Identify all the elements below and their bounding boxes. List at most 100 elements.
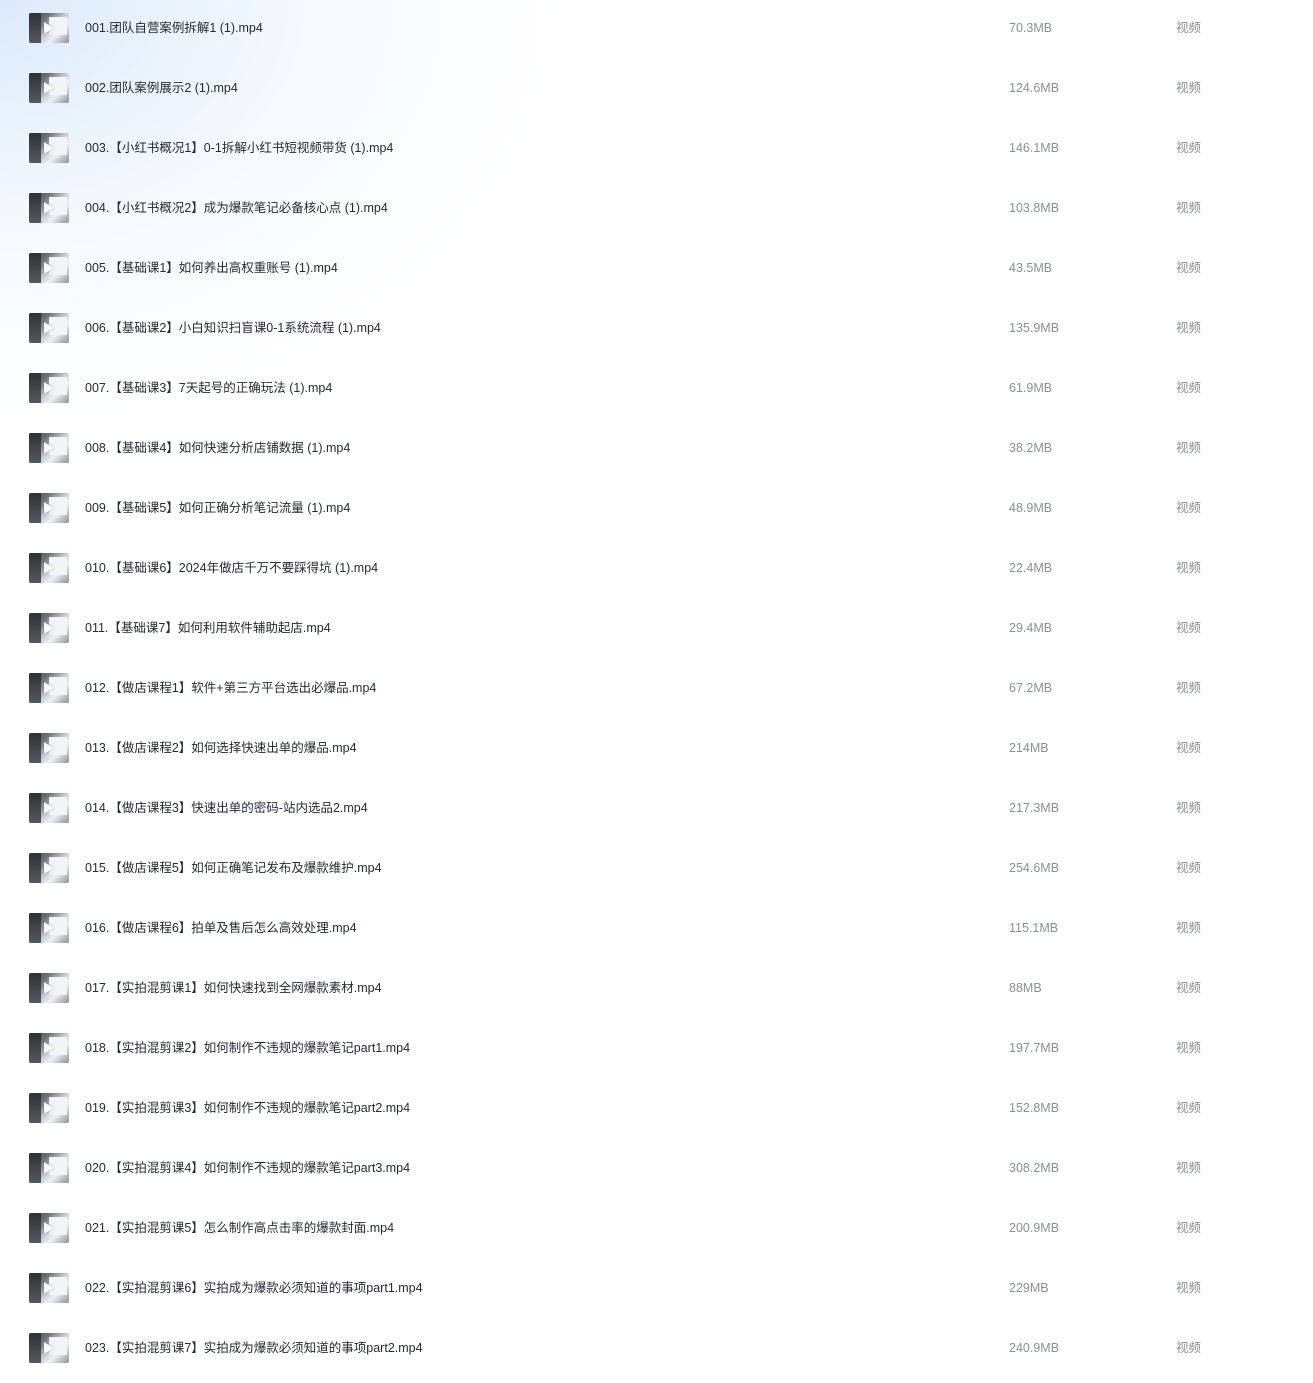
play-icon [44, 1282, 54, 1294]
file-type: 视频 [1176, 981, 1202, 995]
file-type: 视频 [1176, 261, 1202, 275]
file-row[interactable]: 021.【实拍混剪课5】怎么制作高点击率的爆款封面.mp4 200.9MB 视频 [0, 1200, 1313, 1260]
file-name[interactable]: 018.【实拍混剪课2】如何制作不违规的爆款笔记part1.mp4 [85, 1040, 410, 1056]
file-row[interactable]: 022.【实拍混剪课6】实拍成为爆款必须知道的事项part1.mp4 229MB… [0, 1260, 1313, 1320]
file-type: 视频 [1176, 201, 1202, 215]
file-row[interactable]: 008.【基础课4】如何快速分析店铺数据 (1).mp4 38.2MB 视频 [0, 420, 1313, 480]
file-row[interactable]: 012.【做店课程1】软件+第三方平台选出必爆品.mp4 67.2MB 视频 [0, 660, 1313, 720]
file-row[interactable]: 019.【实拍混剪课3】如何制作不违规的爆款笔记part2.mp4 152.8M… [0, 1080, 1313, 1140]
file-name[interactable]: 022.【实拍混剪课6】实拍成为爆款必须知道的事项part1.mp4 [85, 1280, 423, 1296]
video-thumbnail-icon[interactable] [29, 1213, 69, 1243]
file-name[interactable]: 012.【做店课程1】软件+第三方平台选出必爆品.mp4 [85, 680, 376, 696]
file-name[interactable]: 015.【做店课程5】如何正确笔记发布及爆款维护.mp4 [85, 860, 382, 876]
play-icon [44, 382, 54, 394]
file-name[interactable]: 021.【实拍混剪课5】怎么制作高点击率的爆款封面.mp4 [85, 1220, 394, 1236]
file-size: 67.2MB [1009, 681, 1053, 695]
file-row[interactable]: 016.【做店课程6】拍单及售后怎么高效处理.mp4 115.1MB 视频 [0, 900, 1313, 960]
file-name[interactable]: 005.【基础课1】如何养出高权重账号 (1).mp4 [85, 260, 338, 276]
video-thumbnail-icon[interactable] [29, 853, 69, 883]
video-thumbnail-icon[interactable] [29, 133, 69, 163]
file-row[interactable]: 015.【做店课程5】如何正确笔记发布及爆款维护.mp4 254.6MB 视频 [0, 840, 1313, 900]
file-size: 146.1MB [1009, 141, 1060, 155]
play-icon [44, 742, 54, 754]
file-name[interactable]: 006.【基础课2】小白知识扫盲课0-1系统流程 (1).mp4 [85, 320, 381, 336]
video-thumbnail-icon[interactable] [29, 1333, 69, 1363]
video-thumbnail-icon[interactable] [29, 433, 69, 463]
file-size: 217.3MB [1009, 801, 1060, 815]
play-icon [44, 82, 54, 94]
play-icon [44, 982, 54, 994]
file-name[interactable]: 010.【基础课6】2024年做店千万不要踩得坑 (1).mp4 [85, 560, 378, 576]
video-thumbnail-icon[interactable] [29, 493, 69, 523]
play-icon [44, 502, 54, 514]
file-name[interactable]: 019.【实拍混剪课3】如何制作不违规的爆款笔记part2.mp4 [85, 1100, 410, 1116]
video-thumbnail-icon[interactable] [29, 1093, 69, 1123]
video-thumbnail-icon[interactable] [29, 373, 69, 403]
file-type: 视频 [1176, 1341, 1202, 1355]
play-icon [44, 202, 54, 214]
video-thumbnail-icon[interactable] [29, 1273, 69, 1303]
play-icon [44, 862, 54, 874]
file-size: 214MB [1009, 741, 1049, 755]
file-size: 88MB [1009, 981, 1042, 995]
file-name[interactable]: 003.【小红书概况1】0-1拆解小红书短视频带货 (1).mp4 [85, 140, 393, 156]
file-name[interactable]: 014.【做店课程3】快速出单的密码-站内选品2.mp4 [85, 800, 368, 816]
file-row[interactable]: 014.【做店课程3】快速出单的密码-站内选品2.mp4 217.3MB 视频 [0, 780, 1313, 840]
video-thumbnail-icon[interactable] [29, 1153, 69, 1183]
file-row[interactable]: 017.【实拍混剪课1】如何快速找到全网爆款素材.mp4 88MB 视频 [0, 960, 1313, 1020]
video-thumbnail-icon[interactable] [29, 253, 69, 283]
file-row[interactable]: 018.【实拍混剪课2】如何制作不违规的爆款笔记part1.mp4 197.7M… [0, 1020, 1313, 1080]
play-icon [44, 262, 54, 274]
file-row[interactable]: 002.团队案例展示2 (1).mp4 124.6MB 视频 [0, 60, 1313, 120]
file-size: 38.2MB [1009, 441, 1053, 455]
file-row[interactable]: 003.【小红书概况1】0-1拆解小红书短视频带货 (1).mp4 146.1M… [0, 120, 1313, 180]
file-type: 视频 [1176, 621, 1202, 635]
file-name[interactable]: 023.【实拍混剪课7】实拍成为爆款必须知道的事项part2.mp4 [85, 1340, 423, 1356]
file-type: 视频 [1176, 921, 1202, 935]
file-name[interactable]: 011.【基础课7】如何利用软件辅助起店.mp4 [85, 620, 331, 636]
file-row[interactable]: 005.【基础课1】如何养出高权重账号 (1).mp4 43.5MB 视频 [0, 240, 1313, 300]
video-thumbnail-icon[interactable] [29, 313, 69, 343]
file-size: 135.9MB [1009, 321, 1060, 335]
play-icon [44, 1342, 54, 1354]
video-thumbnail-icon[interactable] [29, 973, 69, 1003]
file-row[interactable]: 013.【做店课程2】如何选择快速出单的爆品.mp4 214MB 视频 [0, 720, 1313, 780]
video-thumbnail-icon[interactable] [29, 793, 69, 823]
video-thumbnail-icon[interactable] [29, 733, 69, 763]
video-thumbnail-icon[interactable] [29, 913, 69, 943]
video-thumbnail-icon[interactable] [29, 1033, 69, 1063]
video-thumbnail-icon[interactable] [29, 673, 69, 703]
file-type: 视频 [1176, 21, 1202, 35]
video-thumbnail-icon[interactable] [29, 553, 69, 583]
file-size: 29.4MB [1009, 621, 1053, 635]
file-name[interactable]: 008.【基础课4】如何快速分析店铺数据 (1).mp4 [85, 440, 350, 456]
video-thumbnail-icon[interactable] [29, 193, 69, 223]
file-name[interactable]: 009.【基础课5】如何正确分析笔记流量 (1).mp4 [85, 500, 350, 516]
video-thumbnail-icon[interactable] [29, 73, 69, 103]
file-name[interactable]: 020.【实拍混剪课4】如何制作不违规的爆款笔记part3.mp4 [85, 1160, 410, 1176]
file-row[interactable]: 011.【基础课7】如何利用软件辅助起店.mp4 29.4MB 视频 [0, 600, 1313, 660]
file-type: 视频 [1176, 501, 1202, 515]
file-row[interactable]: 010.【基础课6】2024年做店千万不要踩得坑 (1).mp4 22.4MB … [0, 540, 1313, 600]
file-row[interactable]: 020.【实拍混剪课4】如何制作不违规的爆款笔记part3.mp4 308.2M… [0, 1140, 1313, 1200]
video-thumbnail-icon[interactable] [29, 613, 69, 643]
play-icon [44, 622, 54, 634]
file-row[interactable]: 004.【小红书概况2】成为爆款笔记必备核心点 (1).mp4 103.8MB … [0, 180, 1313, 240]
file-row[interactable]: 009.【基础课5】如何正确分析笔记流量 (1).mp4 48.9MB 视频 [0, 480, 1313, 540]
play-icon [44, 1222, 54, 1234]
file-name[interactable]: 013.【做店课程2】如何选择快速出单的爆品.mp4 [85, 740, 357, 756]
file-name[interactable]: 016.【做店课程6】拍单及售后怎么高效处理.mp4 [85, 920, 357, 936]
file-name[interactable]: 004.【小红书概况2】成为爆款笔记必备核心点 (1).mp4 [85, 200, 388, 216]
file-name[interactable]: 007.【基础课3】7天起号的正确玩法 (1).mp4 [85, 380, 332, 396]
file-name[interactable]: 002.团队案例展示2 (1).mp4 [85, 80, 238, 96]
file-name[interactable]: 001.团队自营案例拆解1 (1).mp4 [85, 20, 263, 36]
file-size: 152.8MB [1009, 1101, 1060, 1115]
file-type: 视频 [1176, 1161, 1202, 1175]
file-row[interactable]: 006.【基础课2】小白知识扫盲课0-1系统流程 (1).mp4 135.9MB… [0, 300, 1313, 360]
file-row[interactable]: 007.【基础课3】7天起号的正确玩法 (1).mp4 61.9MB 视频 [0, 360, 1313, 420]
file-name[interactable]: 017.【实拍混剪课1】如何快速找到全网爆款素材.mp4 [85, 980, 382, 996]
video-thumbnail-icon[interactable] [29, 13, 69, 43]
file-row[interactable]: 023.【实拍混剪课7】实拍成为爆款必须知道的事项part2.mp4 240.9… [0, 1320, 1313, 1380]
file-size: 103.8MB [1009, 201, 1060, 215]
file-row[interactable]: 001.团队自营案例拆解1 (1).mp4 70.3MB 视频 [0, 0, 1313, 60]
